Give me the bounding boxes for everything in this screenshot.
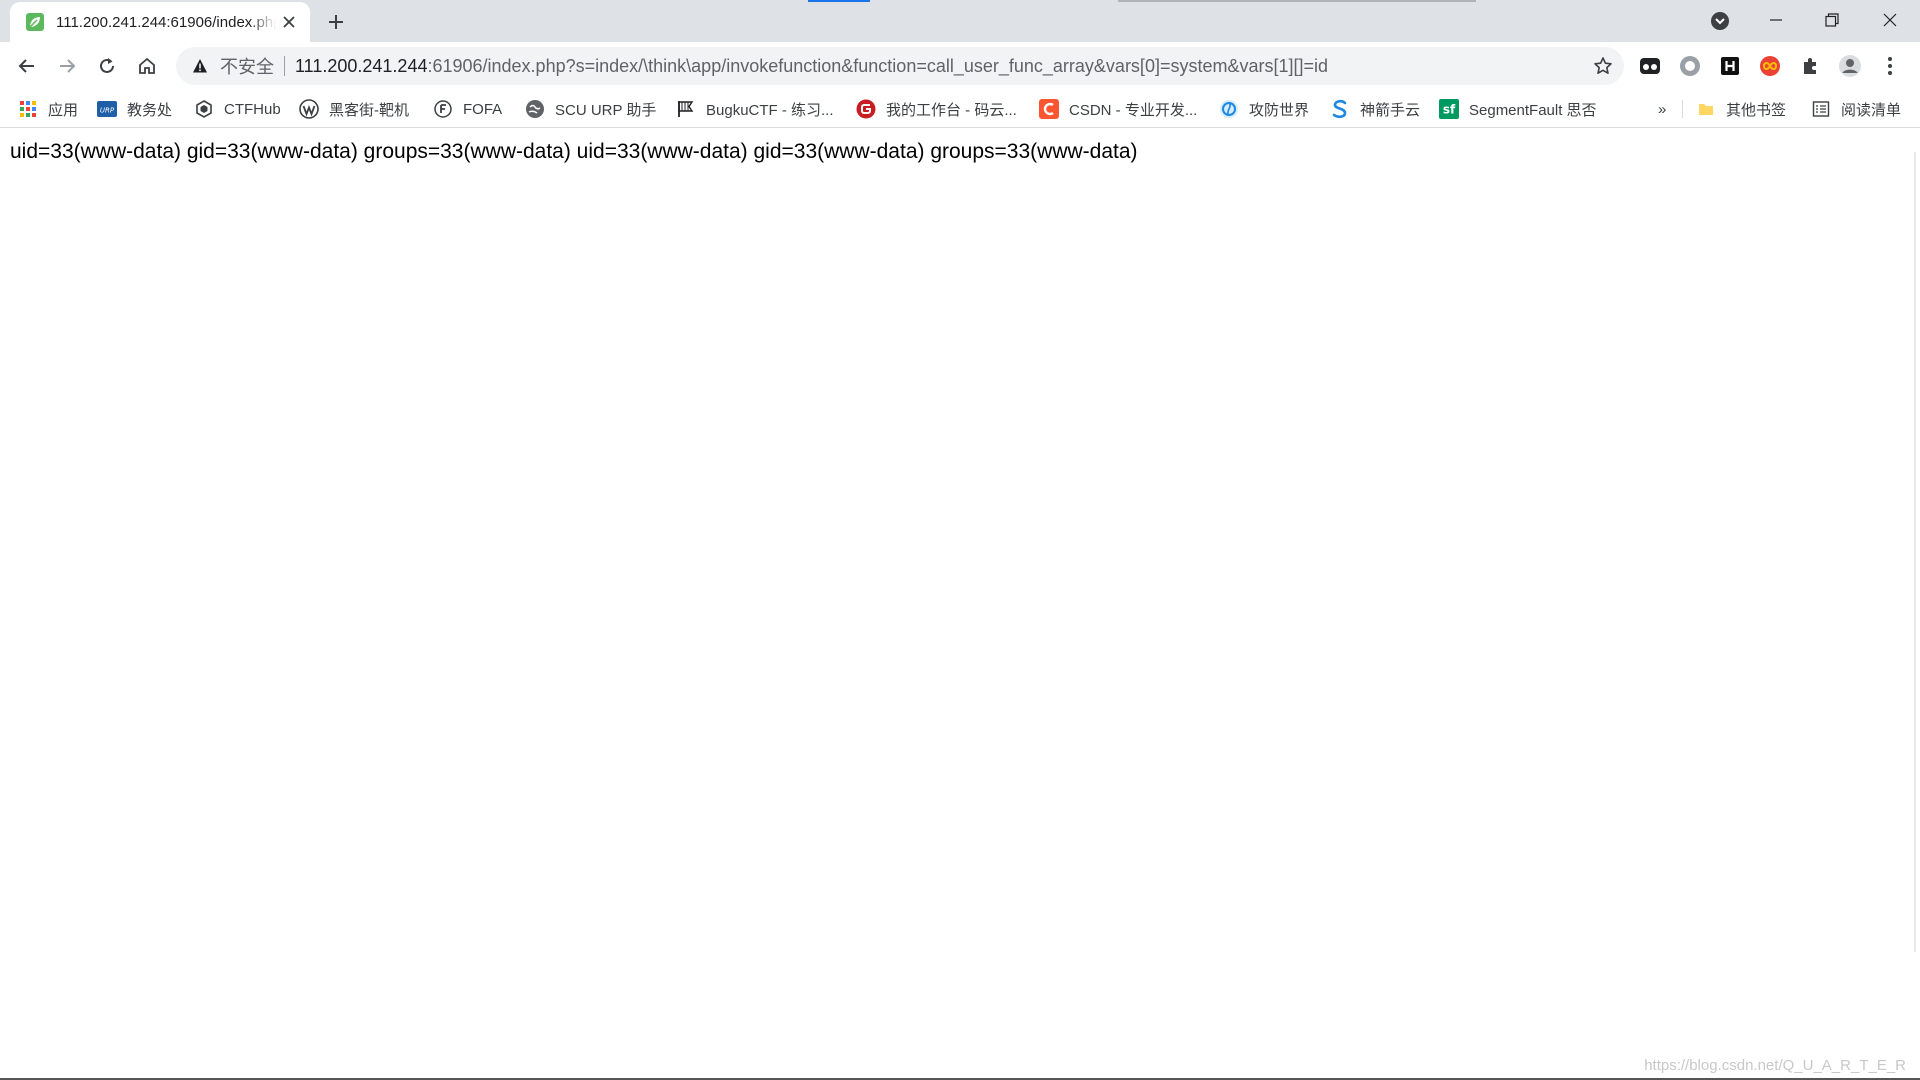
bookmark-other-folder[interactable]: 其他书签 (1696, 95, 1786, 123)
fofa-icon (433, 99, 453, 119)
bookmark-star-icon[interactable] (1592, 55, 1614, 77)
folder-icon (1696, 99, 1716, 119)
minimize-icon[interactable] (1748, 0, 1804, 40)
ctfhub-icon (194, 99, 214, 119)
bookmark-label: 应用 (48, 101, 79, 119)
profile-avatar-icon[interactable] (1838, 54, 1862, 78)
home-icon[interactable] (131, 50, 163, 82)
restore-icon[interactable] (1804, 0, 1860, 40)
bookmarks-overflow-button[interactable]: » (1658, 95, 1666, 123)
bookmarks-separator (1682, 100, 1683, 118)
url-text[interactable]: 111.200.241.244:61906/index.php?s=index/… (295, 56, 1328, 77)
security-status-label[interactable]: 不安全 (220, 53, 274, 79)
bookmark-label: SegmentFault 思否 (1469, 101, 1597, 119)
bookmark-label: CTFHub (224, 100, 281, 118)
segmentfault-icon: sf (1439, 99, 1459, 119)
flag-icon (676, 99, 696, 119)
reading-list-icon (1811, 99, 1831, 119)
bookmark-label: 神箭手云 (1360, 101, 1421, 119)
bookmark-label: BugkuCTF - 练习... (706, 101, 834, 119)
tab-strip-divider (1118, 0, 1476, 2)
urp-icon: URP (97, 99, 117, 119)
page-content: uid=33(www-data) gid=33(www-data) groups… (0, 128, 1920, 1080)
bookmark-segmentfault[interactable]: sf SegmentFault 思否 (1439, 95, 1597, 123)
bookmark-label: 教务处 (127, 101, 173, 119)
command-output-text: uid=33(www-data) gid=33(www-data) groups… (10, 140, 1138, 163)
bookmark-fofa[interactable]: FOFA (433, 95, 502, 123)
omnibox-separator (284, 56, 285, 76)
bookmark-label: 阅读清单 (1841, 101, 1902, 119)
gitee-icon (856, 99, 876, 119)
tab-title: 111.200.241.244:61906/index.php?s=index/… (56, 13, 276, 31)
url-path: :61906/index.php?s=index/\think\app/invo… (427, 55, 1329, 76)
bookmark-ctfhub[interactable]: CTFHub (194, 95, 281, 123)
shenjianshou-icon (1330, 99, 1350, 119)
bookmark-gitee[interactable]: 我的工作台 - 码云... (856, 95, 1017, 123)
bookmark-label: 其他书签 (1726, 101, 1787, 119)
reload-icon[interactable] (91, 50, 123, 82)
forward-arrow-icon[interactable] (51, 50, 83, 82)
bookmark-label: 黑客街-靶机 (329, 101, 409, 119)
bookmark-adworld[interactable]: 攻防世界 (1219, 95, 1309, 123)
loading-indicator (808, 0, 870, 2)
bookmark-scu-urp[interactable]: SCU URP 助手 (525, 95, 656, 123)
bookmark-label: 攻防世界 (1249, 101, 1310, 119)
bookmark-label: SCU URP 助手 (555, 101, 657, 119)
bookmark-apps[interactable]: 应用 (18, 95, 78, 123)
close-tab-icon[interactable] (278, 11, 300, 33)
csdn-watermark: https://blog.csdn.net/Q_U_A_R_T_E_R (1644, 1057, 1906, 1074)
extensions-puzzle-icon[interactable] (1798, 54, 1822, 78)
bookmark-bugkuctf[interactable]: BugkuCTF - 练习... (676, 95, 834, 123)
active-tab[interactable]: 111.200.241.244:61906/index.php?s=index/… (10, 2, 310, 42)
back-arrow-icon[interactable] (11, 50, 43, 82)
url-host: 111.200.241.244 (295, 55, 428, 76)
apps-grid-icon (18, 99, 38, 119)
leaf-favicon-icon (24, 11, 46, 33)
warning-triangle-icon[interactable] (190, 56, 210, 76)
extension-h-icon[interactable] (1718, 54, 1742, 78)
csdn-icon (1039, 99, 1059, 119)
bookmark-jiaowuchu[interactable]: URP 教务处 (97, 95, 172, 123)
extension-infinity-icon[interactable] (1758, 54, 1782, 78)
window-edge (1914, 152, 1916, 952)
browser-toolbar: 不安全 111.200.241.244:61906/index.php?s=in… (0, 42, 1920, 90)
bookmark-csdn[interactable]: CSDN - 专业开发... (1039, 95, 1197, 123)
bookmark-label: CSDN - 专业开发... (1069, 101, 1198, 119)
bookmark-shenjianshou[interactable]: 神箭手云 (1330, 95, 1420, 123)
wordpress-icon (299, 99, 319, 119)
bookmark-heikejie[interactable]: 黑客街-靶机 (299, 95, 409, 123)
bookmarks-bar: 应用 URP 教务处 CTFHub 黑客街-靶机 FOFA SCU URP 助手 (0, 90, 1920, 128)
address-bar[interactable]: 不安全 111.200.241.244:61906/index.php?s=in… (176, 47, 1624, 85)
globe-icon (525, 99, 545, 119)
bookmark-label: 我的工作台 - 码云... (886, 101, 1017, 119)
tab-strip: 111.200.241.244:61906/index.php?s=index/… (0, 0, 1920, 42)
tab-search-icon[interactable] (1709, 10, 1731, 32)
extension-mask-icon[interactable] (1638, 54, 1662, 78)
close-window-icon[interactable] (1862, 0, 1918, 40)
svg-text:URP: URP (100, 107, 115, 115)
new-tab-icon[interactable] (322, 8, 350, 36)
reading-list-button[interactable]: 阅读清单 (1811, 95, 1901, 123)
bookmark-label: FOFA (463, 100, 503, 118)
kebab-menu-icon[interactable] (1878, 54, 1902, 78)
svg-text:sf: sf (1443, 103, 1456, 117)
extension-circle-icon[interactable] (1678, 54, 1702, 78)
overflow-chevron-label: » (1658, 100, 1667, 118)
adworld-icon (1219, 99, 1239, 119)
